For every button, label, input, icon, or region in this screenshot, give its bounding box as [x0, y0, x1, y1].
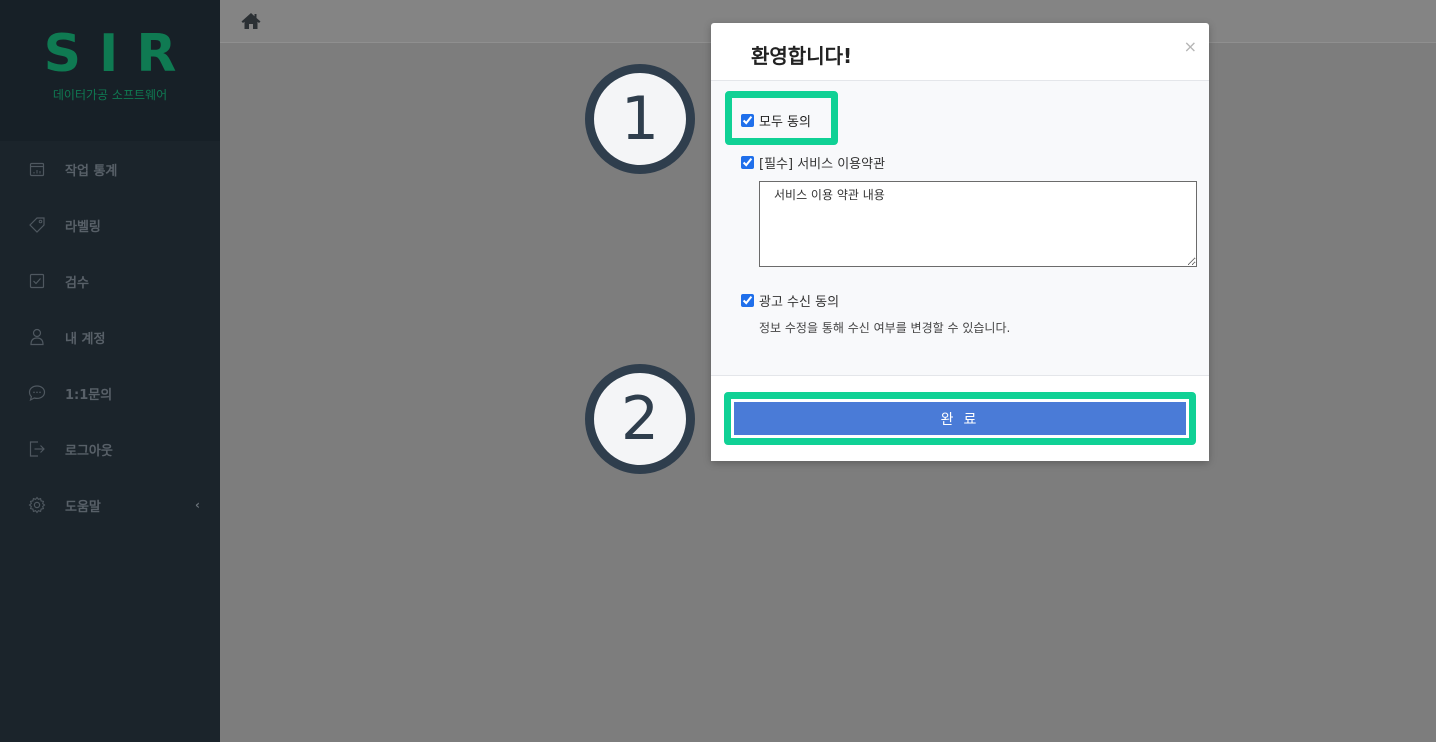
modal-body: 모두 동의 [필수] 서비스 이용약관 서비스 이용 약관 내용 광고 수신 동… [711, 81, 1209, 376]
agree-all-input[interactable] [741, 114, 754, 127]
sidebar-item-label: 내 계정 [65, 331, 106, 347]
brand: SIR 데이터가공 소프트웨어 [0, 0, 220, 141]
modal-footer: 완 료 [711, 376, 1209, 461]
modal-header: 환영합니다! × [711, 23, 1209, 81]
step-marker-1: 1 [585, 64, 695, 174]
calendar-icon [28, 160, 46, 178]
sidebar-item-stats[interactable]: 작업 통계 [0, 141, 220, 197]
sidebar-item-review[interactable]: 검수 [0, 253, 220, 309]
required-terms-checkbox[interactable]: [필수] 서비스 이용약관 [741, 153, 885, 172]
modal-title: 환영합니다! [751, 44, 853, 68]
home-icon[interactable] [240, 11, 262, 31]
ad-agree-checkbox[interactable]: 광고 수신 동의 [741, 291, 839, 310]
gear-icon [28, 496, 46, 514]
terms-textarea[interactable]: 서비스 이용 약관 내용 [759, 181, 1197, 267]
done-button[interactable]: 완 료 [734, 402, 1186, 435]
agree-all-label: 모두 동의 [759, 115, 811, 130]
chat-icon [28, 384, 46, 402]
logout-icon [28, 440, 46, 458]
sidebar-menu: 작업 통계 라벨링 검수 내 계정 1:1문의 로그아웃 도움말 ‹ [0, 141, 220, 533]
ad-agree-input[interactable] [741, 294, 754, 307]
tag-icon [28, 216, 46, 234]
brand-subtitle: 데이터가공 소프트웨어 [52, 88, 168, 102]
sidebar-item-account[interactable]: 내 계정 [0, 309, 220, 365]
ad-agree-label: 광고 수신 동의 [759, 295, 840, 310]
brand-logo: SIR [43, 24, 195, 84]
sidebar-item-label: 라벨링 [65, 219, 101, 235]
sidebar-item-logout[interactable]: 로그아웃 [0, 421, 220, 477]
welcome-modal: 환영합니다! × 모두 동의 [필수] 서비스 이용약관 서비스 이용 약관 내… [711, 23, 1209, 461]
sidebar-item-label: 로그아웃 [65, 443, 113, 459]
agree-all-checkbox[interactable]: 모두 동의 [741, 111, 811, 130]
chevron-left-icon[interactable]: ‹ [195, 498, 200, 512]
user-icon [28, 328, 46, 346]
checkbox-icon [28, 272, 46, 290]
sidebar-item-label: 작업 통계 [65, 163, 118, 179]
required-terms-label: [필수] 서비스 이용약관 [759, 157, 886, 172]
step-marker-2: 2 [585, 364, 695, 474]
sidebar-item-label: 도움말 [65, 499, 101, 515]
sidebar-item-label: 1:1문의 [65, 387, 113, 403]
sidebar: SIR 데이터가공 소프트웨어 작업 통계 라벨링 검수 내 계정 1:1문의 … [0, 0, 220, 742]
sidebar-item-help[interactable]: 도움말 ‹ [0, 477, 220, 533]
sidebar-item-labeling[interactable]: 라벨링 [0, 197, 220, 253]
sidebar-item-label: 검수 [65, 275, 89, 291]
ad-note: 정보 수정을 통해 수신 여부를 변경할 수 있습니다. [759, 321, 1011, 335]
required-terms-input[interactable] [741, 156, 754, 169]
close-icon[interactable]: × [1184, 37, 1197, 56]
sidebar-item-inquiry[interactable]: 1:1문의 [0, 365, 220, 421]
